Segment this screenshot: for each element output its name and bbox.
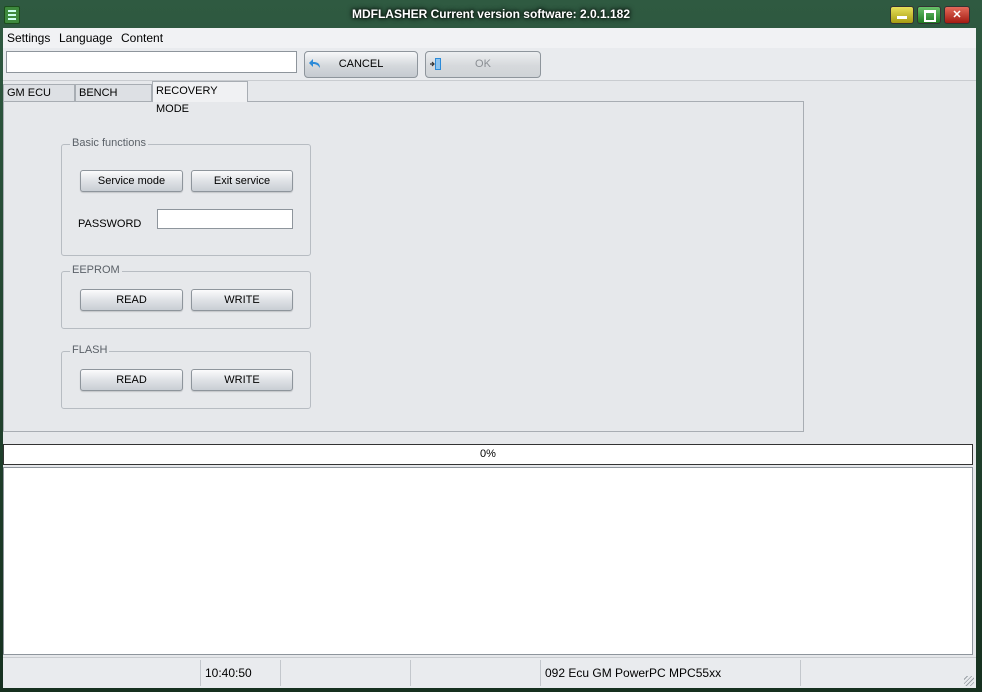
window-title: MDFLASHER Current version software: 2.0.…	[351, 7, 631, 21]
flash-read-button[interactable]: READ	[80, 369, 183, 391]
progress-bar: 0%	[3, 444, 973, 465]
menu-content[interactable]: Content	[121, 31, 163, 45]
eeprom-title: EEPROM	[70, 264, 122, 276]
status-ecu: 092 Ecu GM PowerPC MPC55xx	[541, 660, 801, 686]
progress-label: 0%	[480, 448, 496, 460]
ok-label: OK	[475, 58, 491, 70]
eeprom-read-button[interactable]: READ	[80, 289, 183, 311]
maximize-icon	[918, 7, 940, 23]
toolbar: CANCEL OK	[3, 48, 976, 81]
ok-button[interactable]: OK	[425, 51, 541, 78]
password-label: PASSWORD	[78, 218, 142, 230]
status-panel-4	[411, 660, 541, 686]
log-area[interactable]	[3, 467, 973, 655]
undo-arrow-icon	[309, 59, 320, 68]
service-mode-button[interactable]: Service mode	[80, 170, 183, 192]
tab-bench-mode[interactable]: BENCH MODE	[75, 84, 152, 115]
minimize-icon	[891, 7, 913, 23]
basic-functions-title: Basic functions	[70, 137, 148, 149]
password-field[interactable]	[157, 209, 293, 229]
minimize-button[interactable]	[890, 6, 914, 24]
status-panel-3	[281, 660, 411, 686]
menu-language[interactable]: Language	[59, 31, 112, 45]
tab-recovery-mode[interactable]: RECOVERY MODE	[152, 81, 248, 115]
flash-write-button[interactable]: WRITE	[191, 369, 293, 391]
menu-settings[interactable]: Settings	[7, 31, 50, 45]
tab-gm-ecu-e82[interactable]: GM ECU E82	[3, 84, 75, 115]
title-bar[interactable]: MDFLASHER Current version software: 2.0.…	[0, 0, 982, 28]
app-window: MDFLASHER Current version software: 2.0.…	[0, 0, 982, 692]
close-icon: ✕	[952, 9, 962, 21]
menu-bar: Settings Language Content	[3, 28, 976, 48]
recovery-mode-panel: Basic functions Service mode Exit servic…	[3, 101, 804, 432]
status-time: 10:40:50	[201, 660, 281, 686]
door-exit-icon	[430, 58, 441, 70]
cancel-label: CANCEL	[338, 58, 384, 70]
flash-title: FLASH	[70, 344, 110, 356]
exit-service-button[interactable]: Exit service	[191, 170, 293, 192]
close-button[interactable]: ✕	[944, 6, 970, 24]
eeprom-write-button[interactable]: WRITE	[191, 289, 293, 311]
flash-group: FLASH READ WRITE	[61, 344, 311, 409]
status-panel-1	[3, 660, 201, 686]
eeprom-group: EEPROM READ WRITE	[61, 264, 311, 329]
basic-functions-group: Basic functions Service mode Exit servic…	[61, 137, 311, 256]
maximize-button[interactable]	[917, 6, 941, 24]
resize-grip[interactable]	[964, 676, 974, 686]
status-bar: 10:40:50 092 Ecu GM PowerPC MPC55xx	[3, 657, 976, 688]
cancel-button[interactable]: CANCEL	[304, 51, 418, 78]
command-input[interactable]	[6, 51, 297, 73]
client-area: Settings Language Content CANCEL OK GM E…	[3, 28, 976, 688]
